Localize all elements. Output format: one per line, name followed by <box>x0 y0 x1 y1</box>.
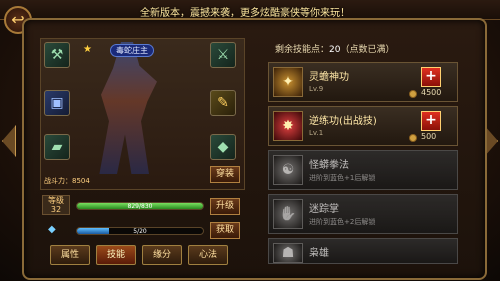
exp-bar-label: 829/830 <box>127 203 153 210</box>
announcement-ticker: 全新版本，震撼来袭，更多炫酷豪侠等你来玩！ <box>140 8 350 19</box>
skill-row[interactable]: ✦ 灵蟾神功 Lv.9 + 4500 <box>268 62 458 102</box>
scroll-icon: ✎ <box>217 95 229 111</box>
character-name: 毒蛇庄主 <box>110 44 154 57</box>
skill-name: 枭雄 <box>309 248 329 259</box>
tab-skills[interactable]: 技能 <box>96 245 136 265</box>
combat-power: 战斗力：8504 <box>44 177 90 185</box>
upgrade-skill-button[interactable]: + <box>421 67 441 87</box>
tab-fate[interactable]: 缘分 <box>142 245 182 265</box>
coin-icon <box>409 134 417 142</box>
skill-points-value: 20 <box>329 45 341 55</box>
skill-name: 怪蟒拳法 <box>309 160 349 171</box>
star-icon: ★ <box>83 44 92 55</box>
equip-slot-blade[interactable]: ⚔ <box>210 42 236 68</box>
skill-points-label: 剩余技能点： <box>275 45 330 55</box>
diamond-icon: ◆ <box>48 224 56 235</box>
boots-icon: ▰ <box>51 139 63 155</box>
palm-icon: ✋ <box>273 199 303 229</box>
coin-icon <box>409 90 417 98</box>
obtain-button[interactable]: 获取 <box>210 222 240 239</box>
level-box: 等级 32 <box>42 195 70 215</box>
exp-bar: 829/830 <box>76 202 204 210</box>
tab-mind-method[interactable]: 心法 <box>188 245 228 265</box>
skill-level: Lv.1 <box>309 129 324 137</box>
skill-name: 灵蟾神功 <box>309 72 349 83</box>
jade-icon: ◆ <box>217 139 229 155</box>
equip-slot-boots[interactable]: ▰ <box>44 134 70 160</box>
upgrade-skill-button[interactable]: + <box>421 111 441 131</box>
blade-icon: ⚔ <box>216 47 230 63</box>
equip-slot-scroll[interactable]: ✎ <box>210 90 236 116</box>
level-value: 32 <box>50 205 62 214</box>
equip-slot-jade[interactable]: ◆ <box>210 134 236 160</box>
skill-row-locked[interactable]: ☯ 怪蟒拳法 进阶到蓝色+1后解锁 <box>268 150 458 190</box>
skill-points-line: 剩余技能点：20（点数已满） <box>275 42 394 55</box>
skill-name: 逆练功(出战技) <box>309 116 377 127</box>
hero-icon: ☗ <box>273 243 303 263</box>
toad-icon: ✦ <box>273 67 303 97</box>
energy-bar: 5/20 <box>76 227 204 235</box>
equip-slot-weapon[interactable]: ⚒ <box>44 42 70 68</box>
equip-slot-armor[interactable]: ▣ <box>44 90 70 116</box>
skill-name: 迷踪掌 <box>309 204 339 215</box>
skill-unlock-hint: 进阶到蓝色+2后解锁 <box>309 218 376 226</box>
fist-icon: ✸ <box>273 111 303 141</box>
skill-row-locked[interactable]: ☗ 枭雄 <box>268 238 458 264</box>
skill-row-locked[interactable]: ✋ 迷踪掌 进阶到蓝色+2后解锁 <box>268 194 458 234</box>
axe-icon: ⚒ <box>50 47 64 63</box>
wear-equipment-button[interactable]: 穿装 <box>210 166 240 183</box>
energy-bar-label: 5/20 <box>133 228 147 235</box>
skill-unlock-hint: 进阶到蓝色+1后解锁 <box>309 174 376 182</box>
skill-cost: 4500 <box>421 88 442 97</box>
upgrade-button[interactable]: 升级 <box>210 198 240 215</box>
skill-cost: 500 <box>421 132 437 141</box>
tab-attributes[interactable]: 属性 <box>50 245 90 265</box>
level-label: 等级 <box>48 196 64 205</box>
skill-points-note: （点数已满） <box>340 45 395 55</box>
skill-row[interactable]: ✸ 逆练功(出战技) Lv.1 + 500 <box>268 106 458 146</box>
python-icon: ☯ <box>273 155 303 185</box>
armor-icon: ▣ <box>50 95 64 111</box>
skill-level: Lv.9 <box>309 85 324 93</box>
